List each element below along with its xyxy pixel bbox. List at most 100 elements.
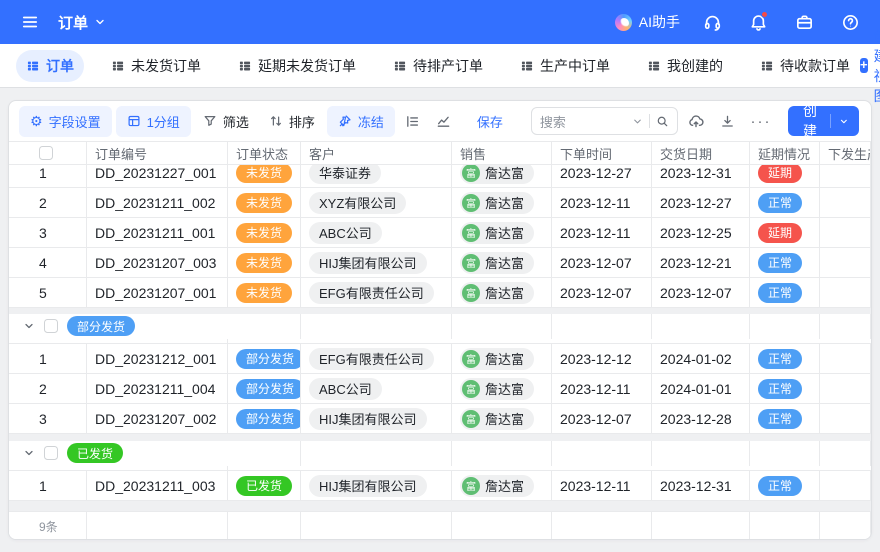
order-date-cell[interactable]: 2023-12-12 — [552, 344, 652, 373]
order-date-cell[interactable]: 2023-12-11 — [552, 188, 652, 217]
row-number-cell[interactable]: 5 — [9, 278, 87, 307]
group-checkbox[interactable] — [44, 446, 58, 461]
row-number-cell[interactable]: 1 — [9, 471, 87, 500]
column-header-order-no[interactable]: 订单编号 — [87, 142, 228, 164]
dispatch-production-cell[interactable] — [820, 344, 871, 373]
workspace-briefcase-icon[interactable] — [790, 8, 818, 36]
delay-status-cell[interactable]: 延期 — [750, 218, 820, 247]
sales-cell[interactable]: 富詹达富 — [452, 188, 552, 217]
column-header-customer[interactable]: 客户 — [301, 142, 452, 164]
dispatch-production-cell[interactable] — [820, 188, 871, 217]
row-number-cell[interactable]: 2 — [9, 188, 87, 217]
view-tab-in-production[interactable]: 生产中订单 — [510, 50, 620, 82]
delay-status-cell[interactable]: 正常 — [750, 188, 820, 217]
row-number-cell[interactable]: 2 — [9, 374, 87, 403]
row-number-cell[interactable]: 1 — [9, 165, 87, 187]
save-button[interactable]: 保存 — [469, 106, 511, 137]
order-date-cell[interactable]: 2023-12-11 — [552, 374, 652, 403]
order-status-cell[interactable]: 未发货 — [228, 188, 301, 217]
delay-status-cell[interactable]: 正常 — [750, 248, 820, 277]
order-no-cell[interactable]: DD_20231211_004 — [87, 374, 228, 403]
group-header-cell[interactable]: 部分发货 — [9, 314, 228, 339]
search-input[interactable]: 搜索 — [530, 107, 678, 135]
notifications-bell-icon[interactable] — [744, 8, 772, 36]
chart-button[interactable] — [430, 108, 457, 135]
order-status-cell[interactable]: 未发货 — [228, 165, 301, 187]
create-view-button[interactable]: + 创建视图 — [860, 26, 880, 106]
delivery-date-cell[interactable]: 2023-12-31 — [652, 471, 750, 500]
order-no-cell[interactable]: DD_20231211_003 — [87, 471, 228, 500]
more-actions-button[interactable]: ··· — [745, 113, 778, 130]
delay-status-cell[interactable]: 正常 — [750, 471, 820, 500]
customer-cell[interactable]: ABC公司 — [301, 374, 452, 403]
filter-button[interactable]: 筛选 — [195, 106, 257, 137]
row-height-button[interactable] — [399, 108, 426, 135]
row-number-cell[interactable]: 1 — [9, 344, 87, 373]
customer-cell[interactable]: ABC公司 — [301, 218, 452, 247]
order-status-cell[interactable]: 部分发货 — [228, 404, 301, 433]
dispatch-production-cell[interactable] — [820, 218, 871, 247]
order-no-cell[interactable]: DD_20231211_001 — [87, 218, 228, 247]
upload-button[interactable] — [682, 107, 710, 135]
order-status-cell[interactable]: 未发货 — [228, 218, 301, 247]
customer-cell[interactable]: HIJ集团有限公司 — [301, 248, 452, 277]
view-tab-delayed-unshipped[interactable]: 延期未发货订单 — [228, 50, 366, 82]
order-date-cell[interactable]: 2023-12-07 — [552, 404, 652, 433]
view-tab-to-schedule[interactable]: 待排产订单 — [383, 50, 493, 82]
sales-cell[interactable]: 富詹达富 — [452, 165, 552, 187]
order-no-cell[interactable]: DD_20231207_001 — [87, 278, 228, 307]
column-header-order-date[interactable]: 下单时间 — [552, 142, 652, 164]
customer-cell[interactable]: 华泰证券 — [301, 165, 452, 187]
delay-status-cell[interactable]: 正常 — [750, 404, 820, 433]
freeze-button[interactable]: 冻结 — [326, 105, 395, 137]
sales-cell[interactable]: 富詹达富 — [452, 248, 552, 277]
column-header-delivery-date[interactable]: 交货日期 — [652, 142, 750, 164]
dispatch-production-cell[interactable] — [820, 248, 871, 277]
order-no-cell[interactable]: DD_20231212_001 — [87, 344, 228, 373]
delay-status-cell[interactable]: 延期 — [750, 165, 820, 187]
dispatch-production-cell[interactable] — [820, 471, 871, 500]
delivery-date-cell[interactable]: 2024-01-02 — [652, 344, 750, 373]
delay-status-cell[interactable]: 正常 — [750, 344, 820, 373]
hamburger-menu-icon[interactable] — [16, 8, 44, 36]
column-header-dispatch-production[interactable]: 下发生产 — [820, 142, 871, 164]
order-date-cell[interactable]: 2023-12-27 — [552, 165, 652, 187]
view-tab-created-by-me[interactable]: 我创建的 — [637, 50, 733, 82]
order-status-cell[interactable]: 已发货 — [228, 471, 301, 500]
order-no-cell[interactable]: DD_20231211_002 — [87, 188, 228, 217]
delivery-date-cell[interactable]: 2023-12-31 — [652, 165, 750, 187]
select-all-checkbox[interactable] — [39, 146, 53, 160]
column-header-delay-status[interactable]: 延期情况 — [750, 142, 820, 164]
dispatch-production-cell[interactable] — [820, 165, 871, 187]
sales-cell[interactable]: 富詹达富 — [452, 278, 552, 307]
order-status-cell[interactable]: 部分发货 — [228, 344, 301, 373]
order-date-cell[interactable]: 2023-12-07 — [552, 278, 652, 307]
group-checkbox[interactable] — [44, 319, 58, 334]
dispatch-production-cell[interactable] — [820, 278, 871, 307]
delivery-date-cell[interactable]: 2023-12-28 — [652, 404, 750, 433]
download-button[interactable] — [714, 108, 741, 135]
order-no-cell[interactable]: DD_20231207_002 — [87, 404, 228, 433]
order-status-cell[interactable]: 未发货 — [228, 248, 301, 277]
order-date-cell[interactable]: 2023-12-07 — [552, 248, 652, 277]
delivery-date-cell[interactable]: 2023-12-27 — [652, 188, 750, 217]
sales-cell[interactable]: 富詹达富 — [452, 344, 552, 373]
sales-cell[interactable]: 富詹达富 — [452, 374, 552, 403]
customer-cell[interactable]: EFG有限责任公司 — [301, 344, 452, 373]
group-header-cell[interactable]: 已发货 — [9, 441, 228, 466]
support-headset-icon[interactable] — [698, 8, 726, 36]
order-date-cell[interactable]: 2023-12-11 — [552, 471, 652, 500]
row-number-cell[interactable]: 4 — [9, 248, 87, 277]
order-no-cell[interactable]: DD_20231227_001 — [87, 165, 228, 187]
delivery-date-cell[interactable]: 2023-12-07 — [652, 278, 750, 307]
customer-cell[interactable]: HIJ集团有限公司 — [301, 471, 452, 500]
sales-cell[interactable]: 富詹达富 — [452, 404, 552, 433]
group-button[interactable]: 1分组 — [115, 105, 191, 137]
order-no-cell[interactable]: DD_20231207_003 — [87, 248, 228, 277]
ai-assistant-button[interactable]: AI助手 — [614, 12, 680, 32]
app-title[interactable]: 订单 — [58, 12, 106, 33]
delivery-date-cell[interactable]: 2024-01-01 — [652, 374, 750, 403]
order-date-cell[interactable]: 2023-12-11 — [552, 218, 652, 247]
column-header-sales[interactable]: 销售 — [452, 142, 552, 164]
view-tab-orders[interactable]: 订单 — [16, 49, 84, 82]
